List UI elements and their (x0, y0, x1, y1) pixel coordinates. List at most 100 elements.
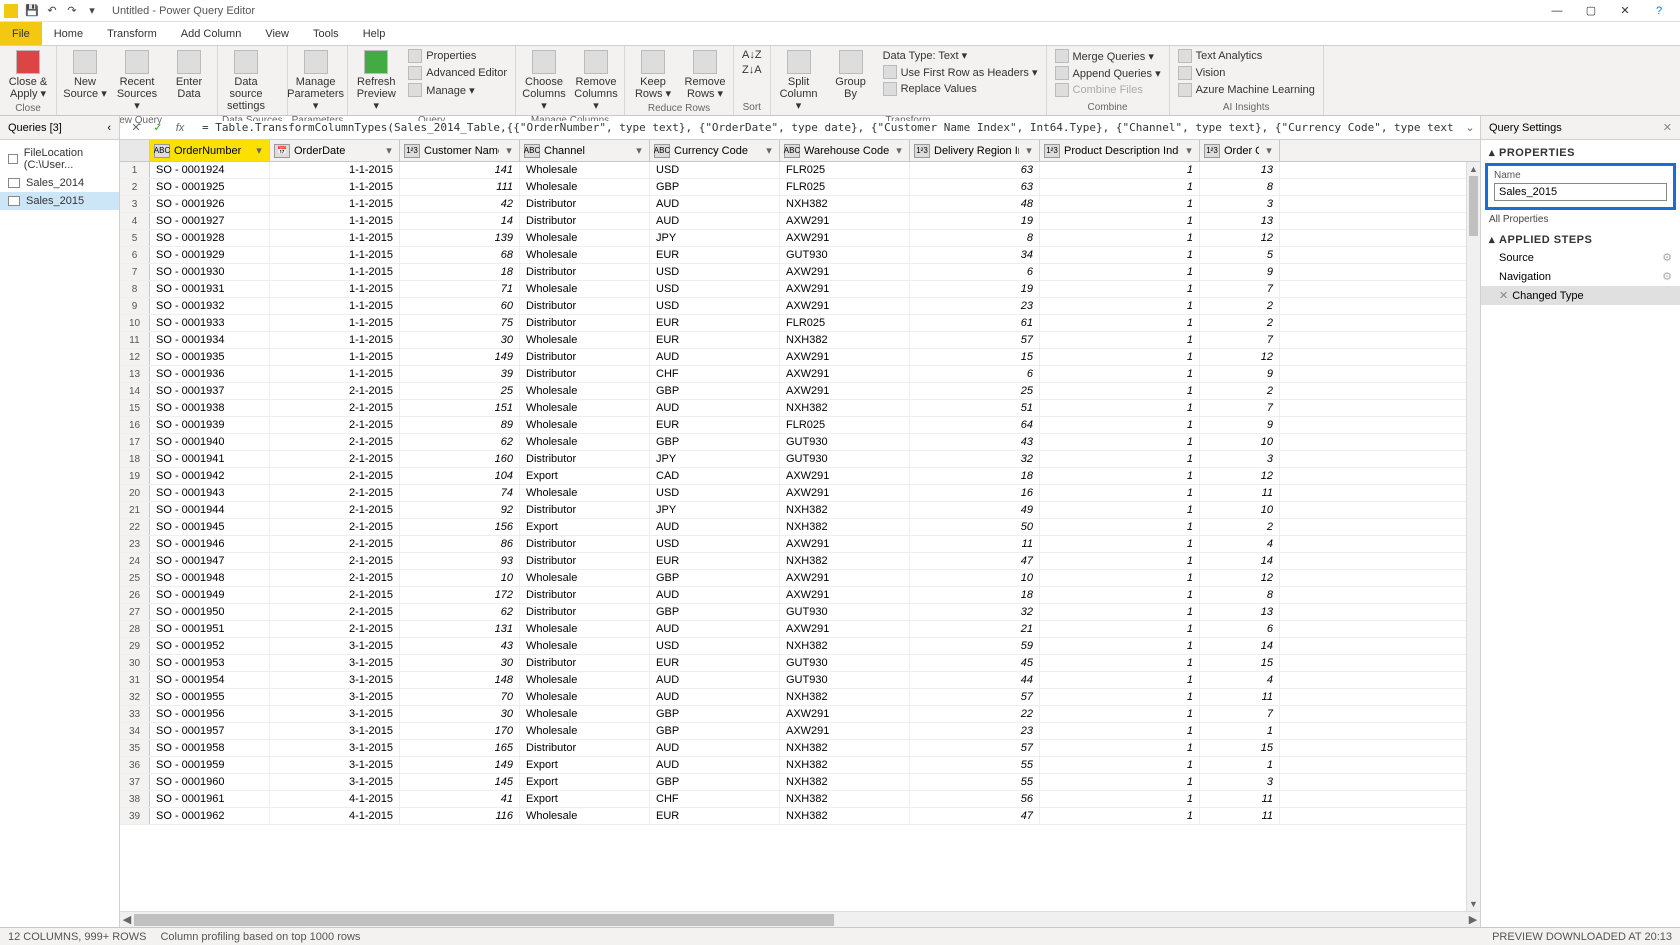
cell[interactable]: 170 (400, 723, 520, 739)
cell[interactable]: 10 (1200, 434, 1280, 450)
cell[interactable]: Distributor (520, 196, 650, 212)
row-number[interactable]: 26 (120, 587, 150, 603)
sort-desc-button[interactable]: Z↓A (738, 63, 766, 77)
cell[interactable]: 32 (910, 451, 1040, 467)
tab-file[interactable]: File (0, 22, 42, 45)
cell[interactable]: 145 (400, 774, 520, 790)
cell[interactable]: AXW291 (780, 485, 910, 501)
cell[interactable]: 1-1-2015 (270, 247, 400, 263)
cell[interactable]: 11 (1200, 808, 1280, 824)
cell[interactable]: GUT930 (780, 672, 910, 688)
cell[interactable]: 62 (400, 434, 520, 450)
type-icon[interactable]: 1²3 (1204, 144, 1220, 158)
cell[interactable]: AUD (650, 349, 780, 365)
first-row-headers-button[interactable]: Use First Row as Headers ▾ (879, 64, 1042, 80)
cell[interactable]: CHF (650, 791, 780, 807)
cell[interactable]: 1 (1040, 757, 1200, 773)
horizontal-scrollbar[interactable]: ◀ ▶ (120, 911, 1480, 927)
cell[interactable]: 1 (1040, 604, 1200, 620)
cell[interactable]: 4-1-2015 (270, 808, 400, 824)
cell[interactable]: 1 (1040, 570, 1200, 586)
cell[interactable]: GUT930 (780, 434, 910, 450)
row-number[interactable]: 10 (120, 315, 150, 331)
cell[interactable]: 3-1-2015 (270, 638, 400, 654)
row-number[interactable]: 14 (120, 383, 150, 399)
cell[interactable]: SO - 0001926 (150, 196, 270, 212)
column-header[interactable]: 📅OrderDate▾ (270, 140, 400, 161)
cell[interactable]: 6 (1200, 621, 1280, 637)
cell[interactable]: AUD (650, 689, 780, 705)
cell[interactable]: 43 (400, 638, 520, 654)
cell[interactable]: 1 (1040, 247, 1200, 263)
cell[interactable]: 1-1-2015 (270, 179, 400, 195)
replace-values-button[interactable]: Replace Values (879, 81, 1042, 97)
cell[interactable]: 11 (1200, 485, 1280, 501)
cell[interactable]: EUR (650, 247, 780, 263)
cell[interactable]: SO - 0001956 (150, 706, 270, 722)
cell[interactable]: SO - 0001957 (150, 723, 270, 739)
cell[interactable]: 86 (400, 536, 520, 552)
step-navigation[interactable]: Navigation⚙ (1481, 267, 1680, 286)
table-row[interactable]: 37SO - 00019603-1-2015145ExportGBPNXH382… (120, 774, 1480, 791)
cell[interactable]: 30 (400, 332, 520, 348)
cell[interactable]: SO - 0001960 (150, 774, 270, 790)
cell[interactable]: FLR025 (780, 417, 910, 433)
cell[interactable]: 15 (1200, 740, 1280, 756)
split-column-button[interactable]: Split Column ▾ (775, 48, 823, 114)
cell[interactable]: EUR (650, 315, 780, 331)
row-number[interactable]: 12 (120, 349, 150, 365)
cell[interactable]: CAD (650, 468, 780, 484)
cell[interactable]: AXW291 (780, 349, 910, 365)
row-number[interactable]: 3 (120, 196, 150, 212)
table-row[interactable]: 3SO - 00019261-1-201542DistributorAUDNXH… (120, 196, 1480, 213)
cell[interactable]: 18 (400, 264, 520, 280)
cell[interactable]: 70 (400, 689, 520, 705)
cell[interactable]: 1 (1040, 332, 1200, 348)
row-number[interactable]: 5 (120, 230, 150, 246)
cell[interactable]: AUD (650, 213, 780, 229)
data-source-settings-button[interactable]: Data source settings (222, 48, 270, 114)
cell[interactable]: Distributor (520, 587, 650, 603)
cell[interactable]: NXH382 (780, 689, 910, 705)
cell[interactable]: 1 (1040, 689, 1200, 705)
cell[interactable]: 1 (1040, 230, 1200, 246)
cell[interactable]: 111 (400, 179, 520, 195)
cell[interactable]: 141 (400, 162, 520, 178)
table-row[interactable]: 2SO - 00019251-1-2015111WholesaleGBPFLR0… (120, 179, 1480, 196)
cell[interactable]: 1 (1040, 553, 1200, 569)
cell[interactable]: 1 (1040, 791, 1200, 807)
row-number[interactable]: 23 (120, 536, 150, 552)
cell[interactable]: 62 (400, 604, 520, 620)
table-row[interactable]: 22SO - 00019452-1-2015156ExportAUDNXH382… (120, 519, 1480, 536)
cell[interactable]: 63 (910, 162, 1040, 178)
cell[interactable]: EUR (650, 332, 780, 348)
cell[interactable]: GBP (650, 434, 780, 450)
scroll-thumb[interactable] (1469, 176, 1478, 236)
hscroll-thumb[interactable] (134, 914, 834, 926)
advanced-editor-button[interactable]: Advanced Editor (404, 65, 511, 81)
cell[interactable]: 1 (1040, 434, 1200, 450)
cell[interactable]: 9 (1200, 366, 1280, 382)
row-number[interactable]: 34 (120, 723, 150, 739)
cell[interactable]: 1 (1040, 298, 1200, 314)
cell[interactable]: NXH382 (780, 638, 910, 654)
cell[interactable]: AUD (650, 672, 780, 688)
qat-redo-icon[interactable]: ↷ (63, 2, 81, 20)
cell[interactable]: SO - 0001958 (150, 740, 270, 756)
cell[interactable]: Export (520, 791, 650, 807)
cell[interactable]: 156 (400, 519, 520, 535)
cell[interactable]: 1 (1040, 162, 1200, 178)
cell[interactable]: 3-1-2015 (270, 723, 400, 739)
row-number[interactable]: 30 (120, 655, 150, 671)
cell[interactable]: Wholesale (520, 570, 650, 586)
column-header[interactable]: ABCOrderNumber▾ (150, 140, 270, 161)
cell[interactable]: SO - 0001928 (150, 230, 270, 246)
cell[interactable]: 165 (400, 740, 520, 756)
cell[interactable]: 50 (910, 519, 1040, 535)
cell[interactable]: NXH382 (780, 519, 910, 535)
cell[interactable]: SO - 0001929 (150, 247, 270, 263)
cell[interactable]: 1-1-2015 (270, 315, 400, 331)
cell[interactable]: Wholesale (520, 281, 650, 297)
cell[interactable]: SO - 0001933 (150, 315, 270, 331)
cell[interactable]: USD (650, 536, 780, 552)
